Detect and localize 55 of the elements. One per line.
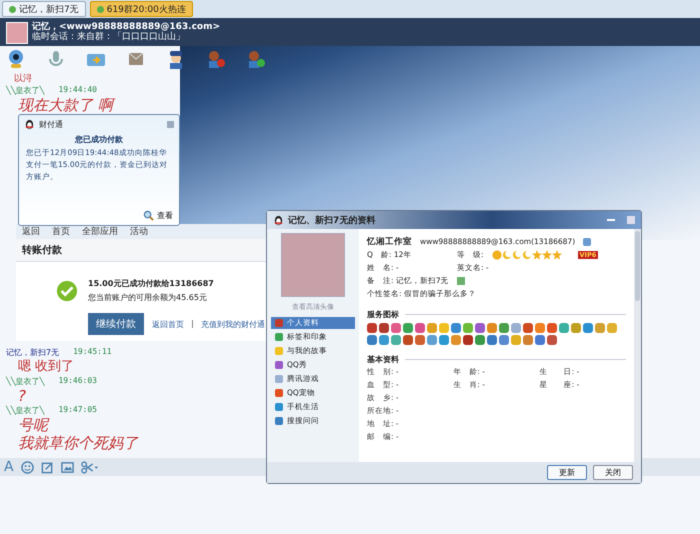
scrollbar-thumb[interactable] <box>635 231 640 301</box>
scrollbar[interactable] <box>634 229 641 462</box>
sender-name: ╲╲皇衣了╲ <box>6 85 44 96</box>
image-icon[interactable] <box>60 460 74 474</box>
tab-icon <box>9 6 16 12</box>
microphone-icon[interactable] <box>46 49 66 69</box>
nickname: 忆湘工作室 <box>367 236 412 248</box>
message-time: 19:45:11 <box>73 347 112 358</box>
popup-heading: 您已成功付款 <box>74 134 124 145</box>
section-heading: 服务图标 <box>367 309 399 320</box>
level-icons <box>492 250 562 260</box>
avatar-placeholder <box>6 22 28 44</box>
nav-link[interactable]: 首页 <box>52 225 70 238</box>
sender-name: 记忆，新扫7无 <box>6 347 60 358</box>
view-link[interactable]: 查看 <box>157 210 173 221</box>
dialog-button[interactable]: 关闭 <box>593 465 633 480</box>
message-text: ? <box>17 387 26 405</box>
payment-result: 15.00元已成功付款给13186687 <box>88 278 214 289</box>
page-link[interactable]: 返回首页 <box>152 318 184 330</box>
message-text: 我就草你个死妈了 <box>17 434 138 452</box>
scissors-icon[interactable] <box>80 460 99 474</box>
sender-name: ╲╲皇衣了╲ <box>6 405 44 416</box>
success-check-icon <box>56 280 78 302</box>
message-text: 嗯 收到了 <box>17 358 74 376</box>
penguin-icon <box>24 119 35 130</box>
nav-link[interactable]: 返回 <box>22 225 40 238</box>
section-heading: 基本资料 <box>367 354 399 365</box>
continue-payment-button[interactable]: 继续付款 <box>88 313 144 335</box>
nav-link[interactable]: 活动 <box>130 225 148 238</box>
nav-link[interactable]: 全部应用 <box>82 225 118 238</box>
chat-tab[interactable]: 记忆，新扫7无 <box>2 1 86 17</box>
message-text: 号呢 <box>17 416 48 434</box>
webcam-icon[interactable] <box>6 49 26 69</box>
chat-note: 以浔 <box>13 72 33 85</box>
message-time: 19:47:05 <box>58 405 97 416</box>
page-title: 转账付款 <box>22 245 62 256</box>
message-text: 现在大款了 啊 <box>6 96 113 114</box>
search-icon <box>143 210 154 221</box>
balance-text: 您当前账户的可用余额为45.65元 <box>88 292 208 303</box>
contact-name: 记忆，<www98888888889@163.com> <box>32 22 220 32</box>
penguin-icon <box>273 214 284 226</box>
sender-name: ╲╲皇衣了╲ <box>6 376 44 387</box>
photo-placeholder <box>281 233 345 297</box>
add-contact-icon[interactable] <box>246 49 266 69</box>
session-info: 临时会话：来自群：「口口口口山山」 <box>32 32 186 42</box>
window-title: 记忆、新扫7无的资料 <box>288 214 376 226</box>
message-time: 19:46:03 <box>58 376 97 387</box>
smiley-icon[interactable] <box>20 460 34 474</box>
page-link[interactable]: 充值到我的财付通 <box>201 318 265 330</box>
popup-title: 财付通 <box>39 119 63 130</box>
tab-icon <box>96 6 104 12</box>
remove-contact-icon[interactable] <box>206 49 226 69</box>
dialog-button[interactable]: 更新 <box>547 465 587 480</box>
message-time: 19:44:40 <box>58 85 97 96</box>
chat-tab[interactable]: 619群20:00火热连 <box>90 1 193 17</box>
